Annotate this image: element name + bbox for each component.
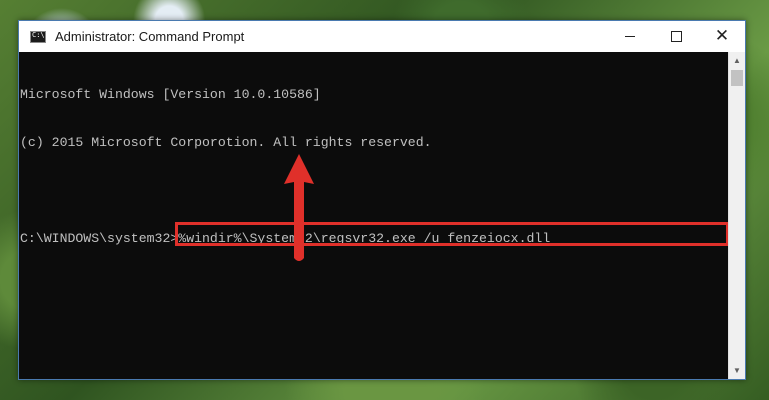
scroll-thumb[interactable] (731, 70, 743, 86)
maximize-button[interactable] (653, 21, 699, 52)
minimize-button[interactable] (607, 21, 653, 52)
close-icon: ✕ (714, 26, 730, 46)
up-arrow-icon (284, 154, 314, 261)
maximize-icon (670, 31, 682, 42)
scroll-up-arrow-icon[interactable]: ▲ (729, 52, 745, 69)
close-button[interactable]: ✕ (699, 21, 745, 52)
window-title: Administrator: Command Prompt (55, 29, 245, 44)
window-controls: ✕ (607, 21, 745, 52)
vertical-scrollbar[interactable]: ▲ ▼ (728, 52, 745, 379)
console-output[interactable]: Microsoft Windows [Version 10.0.10586] (… (19, 52, 729, 379)
command-highlight-box (175, 222, 729, 246)
title-bar[interactable]: C:\ Administrator: Command Prompt ✕ (19, 21, 745, 52)
cmd-icon: C:\ (30, 30, 46, 43)
prompt-line: C:\WINDOWS\system32>%windir%\System32\re… (20, 222, 729, 248)
scroll-down-arrow-icon[interactable]: ▼ (729, 362, 745, 379)
command-prompt-window: C:\ Administrator: Command Prompt ✕ Micr… (18, 20, 746, 380)
version-line: Microsoft Windows [Version 10.0.10586] (20, 87, 321, 102)
copyright-line: (c) 2015 Microsoft Corporotion. All righ… (20, 135, 432, 150)
prompt-path: C:\WINDOWS\system32> (20, 231, 179, 246)
minimize-icon (625, 36, 635, 37)
